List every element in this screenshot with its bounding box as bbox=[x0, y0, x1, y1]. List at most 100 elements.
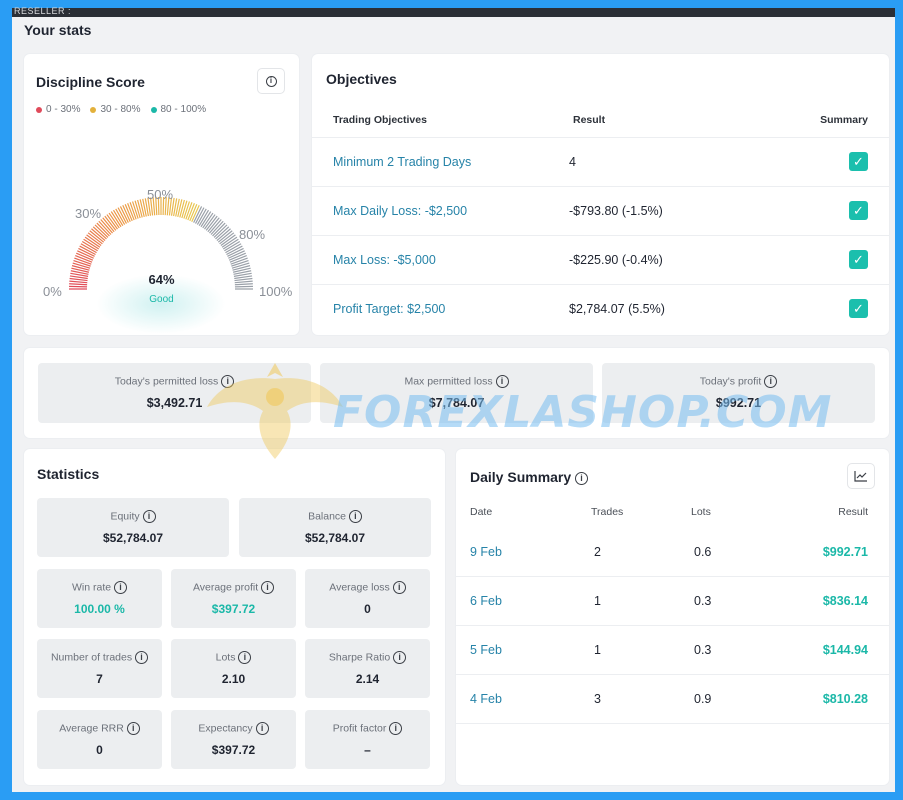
info-icon[interactable]: i bbox=[114, 581, 127, 594]
objective-result: -$225.90 (-0.4%) bbox=[569, 253, 663, 267]
info-icon[interactable]: i bbox=[495, 375, 509, 388]
stat-value: 2.10 bbox=[221, 672, 246, 686]
objective-name[interactable]: Minimum 2 Trading Days bbox=[333, 155, 471, 169]
todays-profit: Today's profit i $992.71 bbox=[602, 363, 875, 423]
stat-label: Average RRR bbox=[59, 722, 124, 735]
chart-toggle-button[interactable] bbox=[847, 463, 875, 489]
todays-permitted-loss-label: Today's permitted loss bbox=[114, 375, 219, 388]
stat-label: Average profit bbox=[192, 581, 259, 594]
stat-value: $397.72 bbox=[211, 743, 256, 757]
info-icon[interactable]: i bbox=[393, 651, 407, 664]
daily-header-lots: Lots bbox=[691, 506, 711, 518]
todays-permitted-loss: Today's permitted loss i $3,492.71 bbox=[38, 363, 311, 423]
daily-result: $836.14 bbox=[822, 594, 868, 608]
daily-row: 9 Feb 2 0.6 $992.71 bbox=[456, 528, 889, 577]
todays-profit-value: $992.71 bbox=[715, 396, 762, 410]
objective-name[interactable]: Max Loss: -$5,000 bbox=[333, 253, 436, 267]
line-chart-icon bbox=[854, 471, 867, 482]
daily-lots: 0.3 bbox=[694, 594, 712, 608]
legend-item-mid: 30 - 80% bbox=[90, 104, 141, 115]
legend-label-high: 80 - 100% bbox=[160, 104, 207, 115]
discipline-score-title: Discipline Score bbox=[36, 74, 145, 90]
statistics-card: Statistics Equity i $52,784.07 Balance i… bbox=[24, 449, 445, 785]
stat-value: 0 bbox=[96, 743, 103, 757]
gauge-tick bbox=[217, 230, 233, 243]
daily-result: $992.71 bbox=[822, 545, 868, 559]
info-icon[interactable]: i bbox=[261, 581, 275, 594]
max-permitted-loss: Max permitted loss i $7,784.07 bbox=[320, 363, 593, 423]
stat-label: Win rate bbox=[71, 581, 112, 594]
top-bar: RESELLER : bbox=[12, 6, 895, 17]
balance-value: $52,784.07 bbox=[304, 531, 366, 545]
daily-lots: 0.3 bbox=[694, 643, 712, 657]
legend-item-low: 0 - 30% bbox=[36, 104, 80, 115]
legend-dot-high bbox=[150, 106, 157, 113]
daily-summary-title: Daily Summary bbox=[470, 469, 572, 485]
daily-lots: 0.6 bbox=[694, 545, 712, 559]
daily-date[interactable]: 4 Feb bbox=[470, 692, 502, 706]
info-icon[interactable]: i bbox=[135, 651, 149, 664]
info-icon[interactable]: i bbox=[255, 722, 269, 735]
objective-result: -$793.80 (-1.5%) bbox=[569, 204, 663, 218]
gauge-label-50: 50% bbox=[147, 187, 174, 202]
stat-value: – bbox=[364, 743, 371, 757]
objectives-header-objective: Trading Objectives bbox=[333, 114, 427, 126]
objective-result: $2,784.07 (5.5%) bbox=[569, 302, 665, 316]
gauge-label-30: 30% bbox=[75, 206, 102, 221]
daily-trades: 2 bbox=[594, 545, 601, 559]
stat-box: Sharpe Ratio i 2.14 bbox=[305, 639, 430, 698]
equity-value: $52,784.07 bbox=[102, 531, 164, 545]
objective-row: Max Loss: -$5,000 -$225.90 (-0.4%) ✓ bbox=[312, 235, 889, 284]
daily-date[interactable]: 6 Feb bbox=[470, 594, 502, 608]
legend-item-high: 80 - 100% bbox=[150, 104, 207, 115]
objective-name[interactable]: Profit Target: $2,500 bbox=[333, 302, 445, 316]
gauge-tick bbox=[98, 220, 112, 235]
info-icon[interactable]: i bbox=[142, 510, 156, 523]
statistics-title: Statistics bbox=[37, 466, 100, 482]
daily-date[interactable]: 9 Feb bbox=[470, 545, 502, 559]
legend-dot-low bbox=[36, 106, 42, 113]
todays-profit-label: Today's profit bbox=[699, 375, 762, 388]
gauge-label-80: 80% bbox=[239, 227, 266, 242]
stat-label: Profit factor bbox=[332, 722, 387, 735]
daily-header-trades: Trades bbox=[591, 506, 624, 518]
discipline-status: Good bbox=[149, 294, 174, 305]
info-icon[interactable]: i bbox=[238, 651, 252, 664]
stat-box: Average profit i $397.72 bbox=[171, 569, 296, 628]
gauge-tick bbox=[207, 217, 220, 233]
info-icon[interactable]: i bbox=[764, 375, 778, 388]
stat-value: 2.14 bbox=[355, 672, 380, 686]
info-icon[interactable]: i bbox=[126, 722, 140, 735]
legend-dot-mid bbox=[90, 106, 97, 113]
info-icon[interactable]: i bbox=[575, 471, 589, 485]
daily-row: 4 Feb 3 0.9 $810.28 bbox=[456, 675, 889, 724]
info-icon[interactable]: i bbox=[392, 581, 406, 594]
info-icon[interactable]: i bbox=[221, 375, 235, 388]
check-icon: ✓ bbox=[849, 299, 868, 318]
info-icon[interactable]: i bbox=[389, 722, 403, 735]
objective-result: 4 bbox=[569, 155, 576, 169]
discipline-info-button[interactable]: i bbox=[257, 68, 285, 94]
objectives-header-summary: Summary bbox=[820, 114, 868, 126]
gauge-tick bbox=[210, 220, 224, 235]
stat-label: Average loss bbox=[329, 581, 390, 594]
daily-lots: 0.9 bbox=[694, 692, 712, 706]
objective-name[interactable]: Max Daily Loss: -$2,500 bbox=[333, 204, 467, 218]
stat-box: Expectancy i $397.72 bbox=[171, 710, 296, 769]
gauge-tick bbox=[212, 222, 226, 237]
daily-result: $810.28 bbox=[822, 692, 868, 706]
page-title: Your stats bbox=[24, 22, 92, 38]
check-icon: ✓ bbox=[849, 201, 868, 220]
stat-value: 0 bbox=[364, 602, 371, 616]
daily-trades: 1 bbox=[594, 594, 601, 608]
gauge-tick bbox=[102, 217, 115, 233]
gauge-tick bbox=[96, 222, 110, 237]
info-icon[interactable]: i bbox=[348, 510, 362, 523]
daily-header-date: Date bbox=[470, 506, 493, 518]
daily-date[interactable]: 5 Feb bbox=[470, 643, 502, 657]
objectives-header-result: Result bbox=[573, 114, 606, 126]
daily-summary-card: Daily Summary i Date Trades Lots Result … bbox=[456, 449, 889, 785]
stat-box: Profit factor i – bbox=[305, 710, 430, 769]
stat-box: Lots i 2.10 bbox=[171, 639, 296, 698]
stat-value: $397.72 bbox=[211, 602, 256, 616]
